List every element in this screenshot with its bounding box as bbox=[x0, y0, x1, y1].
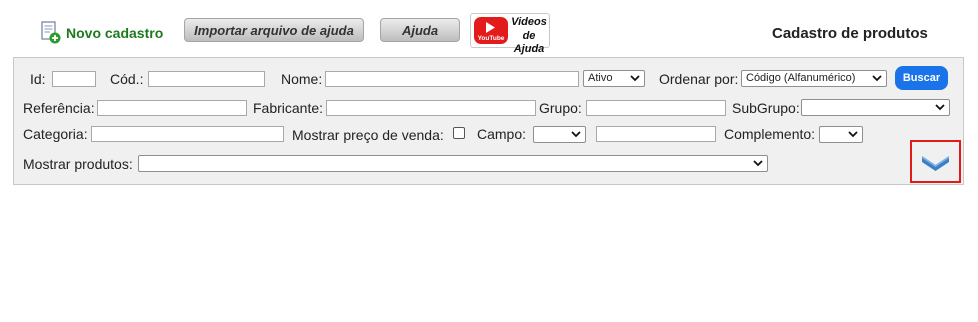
order-by-select[interactable]: Código (Alfanumérico) bbox=[741, 70, 887, 87]
campo-value-input[interactable] bbox=[596, 126, 716, 142]
chevron-down-icon bbox=[935, 104, 945, 111]
help-button[interactable]: Ajuda bbox=[380, 18, 460, 42]
mostrar-preco-checkbox[interactable] bbox=[453, 127, 465, 139]
cod-label: Cód.: bbox=[110, 71, 144, 87]
complemento-select[interactable] bbox=[819, 126, 863, 143]
id-input[interactable] bbox=[52, 71, 96, 87]
order-by-value: Código (Alfanumérico) bbox=[746, 72, 856, 84]
cod-input[interactable] bbox=[148, 71, 265, 87]
youtube-wordmark: YouTube bbox=[477, 35, 505, 42]
page-title: Cadastro de produtos bbox=[772, 25, 928, 42]
referencia-label: Referência: bbox=[23, 100, 95, 116]
chevron-down-icon bbox=[571, 131, 581, 138]
expand-filters-highlight[interactable] bbox=[910, 140, 961, 183]
categoria-input[interactable] bbox=[91, 126, 284, 142]
fabricante-input[interactable] bbox=[326, 100, 536, 116]
videos-label-line1: Videos bbox=[511, 16, 547, 28]
expand-chevron-icon bbox=[920, 151, 951, 173]
grupo-label: Grupo: bbox=[539, 100, 582, 116]
chevron-down-icon bbox=[848, 131, 858, 138]
campo-label: Campo: bbox=[477, 126, 527, 142]
chevron-down-icon bbox=[753, 160, 763, 167]
grupo-input[interactable] bbox=[586, 100, 726, 116]
import-help-button[interactable]: Importar arquivo de ajuda bbox=[184, 18, 364, 42]
nome-input[interactable] bbox=[325, 71, 579, 87]
complemento-label: Complemento: bbox=[724, 126, 816, 142]
mostrar-preco-label: Mostrar preço de venda: bbox=[292, 127, 444, 143]
fabricante-label: Fabricante: bbox=[253, 100, 324, 116]
document-add-icon bbox=[40, 21, 62, 45]
subgrupo-select[interactable] bbox=[801, 99, 950, 116]
campo-select[interactable] bbox=[533, 126, 586, 143]
categoria-label: Categoria: bbox=[23, 126, 88, 142]
search-button[interactable]: Buscar bbox=[895, 66, 948, 90]
mostrar-produtos-select[interactable] bbox=[138, 155, 768, 172]
nome-label: Nome: bbox=[281, 71, 323, 87]
status-select[interactable]: Ativo bbox=[583, 70, 645, 87]
ordenar-label: Ordenar por: bbox=[659, 71, 739, 87]
id-label: Id: bbox=[30, 71, 46, 87]
help-videos-button[interactable]: YouTube Videos de Ajuda bbox=[470, 13, 550, 55]
new-product-label: Novo cadastro bbox=[66, 25, 164, 41]
subgrupo-label: SubGrupo: bbox=[732, 100, 800, 116]
referencia-input[interactable] bbox=[97, 100, 247, 116]
mostrar-produtos-label: Mostrar produtos: bbox=[23, 156, 133, 172]
new-product-button[interactable]: Novo cadastro bbox=[40, 20, 163, 46]
videos-label-line2: de Ajuda bbox=[513, 30, 545, 55]
chevron-down-icon bbox=[630, 75, 640, 82]
status-select-value: Ativo bbox=[588, 72, 613, 84]
chevron-down-icon bbox=[872, 75, 882, 82]
